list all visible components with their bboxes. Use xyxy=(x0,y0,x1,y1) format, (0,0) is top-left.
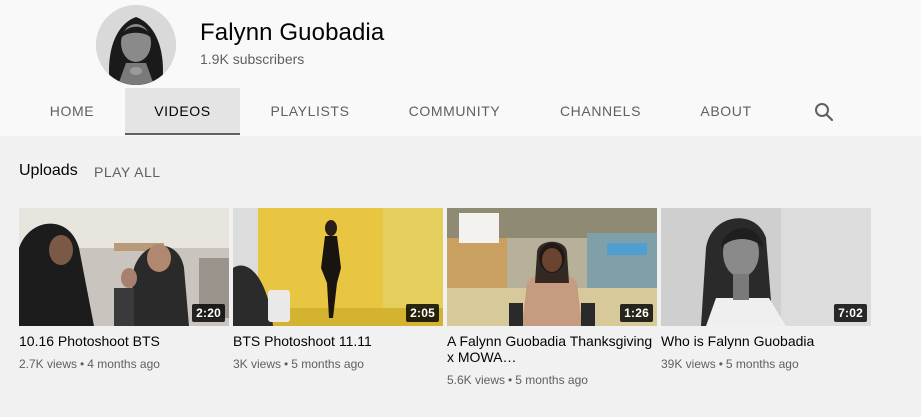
subscriber-count: 1.9K subscribers xyxy=(200,51,305,67)
video-metadata: 2.7K views • 4 months ago xyxy=(19,357,229,371)
tab-home[interactable]: HOME xyxy=(32,88,112,135)
separator-dot: • xyxy=(284,357,289,371)
separator-dot: • xyxy=(718,357,723,371)
tab-playlists[interactable]: PLAYLISTS xyxy=(255,88,365,135)
video-title[interactable]: A Falynn Guobadia Thanksgiving x MOWA… xyxy=(447,333,657,365)
video-card[interactable]: 2:20 10.16 Photoshoot BTS 2.7K views • 4 m… xyxy=(19,208,229,371)
video-thumbnail[interactable]: 2:05 xyxy=(233,208,443,326)
view-count: 5.6K views xyxy=(447,373,506,387)
tab-videos[interactable]: VIDEOS xyxy=(125,88,240,135)
channel-name: Falynn Guobadia xyxy=(200,19,385,46)
video-title[interactable]: BTS Photoshoot 11.11 xyxy=(233,333,443,349)
video-title[interactable]: Who is Falynn Guobadia xyxy=(661,333,871,349)
video-duration: 7:02 xyxy=(834,304,867,322)
video-metadata: 5.6K views • 5 months ago xyxy=(447,373,657,387)
avatar-image xyxy=(96,5,176,85)
tab-community[interactable]: COMMUNITY xyxy=(396,88,513,135)
upload-age: 5 months ago xyxy=(291,357,364,371)
separator-dot: • xyxy=(80,357,85,371)
view-count: 39K views xyxy=(661,357,716,371)
upload-age: 4 months ago xyxy=(87,357,160,371)
view-count: 3K views xyxy=(233,357,282,371)
video-card[interactable]: 2:05 BTS Photoshoot 11.11 3K views • 5 mon… xyxy=(233,208,443,371)
upload-age: 5 months ago xyxy=(725,357,799,371)
video-duration: 2:20 xyxy=(192,304,225,322)
video-metadata: 39K views • 5 months ago xyxy=(661,357,871,371)
upload-age: 5 months ago xyxy=(515,373,588,387)
video-duration: 2:05 xyxy=(406,304,439,322)
video-card[interactable]: 1:26 A Falynn Guobadia Thanksgiving x MO… xyxy=(447,208,657,387)
tab-channels[interactable]: CHANNELS xyxy=(549,88,652,135)
separator-dot: • xyxy=(508,373,513,387)
channel-avatar[interactable] xyxy=(96,5,176,85)
video-card[interactable]: 7:02 Who is Falynn Guobadia 39K views • 5 … xyxy=(661,208,871,371)
view-count: 2.7K views xyxy=(19,357,78,371)
video-thumbnail[interactable]: 2:20 xyxy=(19,208,229,326)
channel-tabs: HOME VIDEOS PLAYLISTS COMMUNITY CHANNELS… xyxy=(0,88,921,135)
video-duration: 1:26 xyxy=(620,304,653,322)
video-metadata: 3K views • 5 months ago xyxy=(233,357,443,371)
video-thumbnail[interactable]: 7:02 xyxy=(661,208,871,326)
channel-header: Falynn Guobadia 1.9K subscribers HOME VI… xyxy=(0,0,921,136)
video-thumbnail[interactable]: 1:26 xyxy=(447,208,657,326)
section-title: Uploads xyxy=(19,162,78,179)
play-all-button[interactable]: PLAY ALL xyxy=(94,164,161,180)
search-icon[interactable] xyxy=(812,100,836,124)
tab-about[interactable]: ABOUT xyxy=(690,88,762,135)
video-title[interactable]: 10.16 Photoshoot BTS xyxy=(19,333,229,349)
